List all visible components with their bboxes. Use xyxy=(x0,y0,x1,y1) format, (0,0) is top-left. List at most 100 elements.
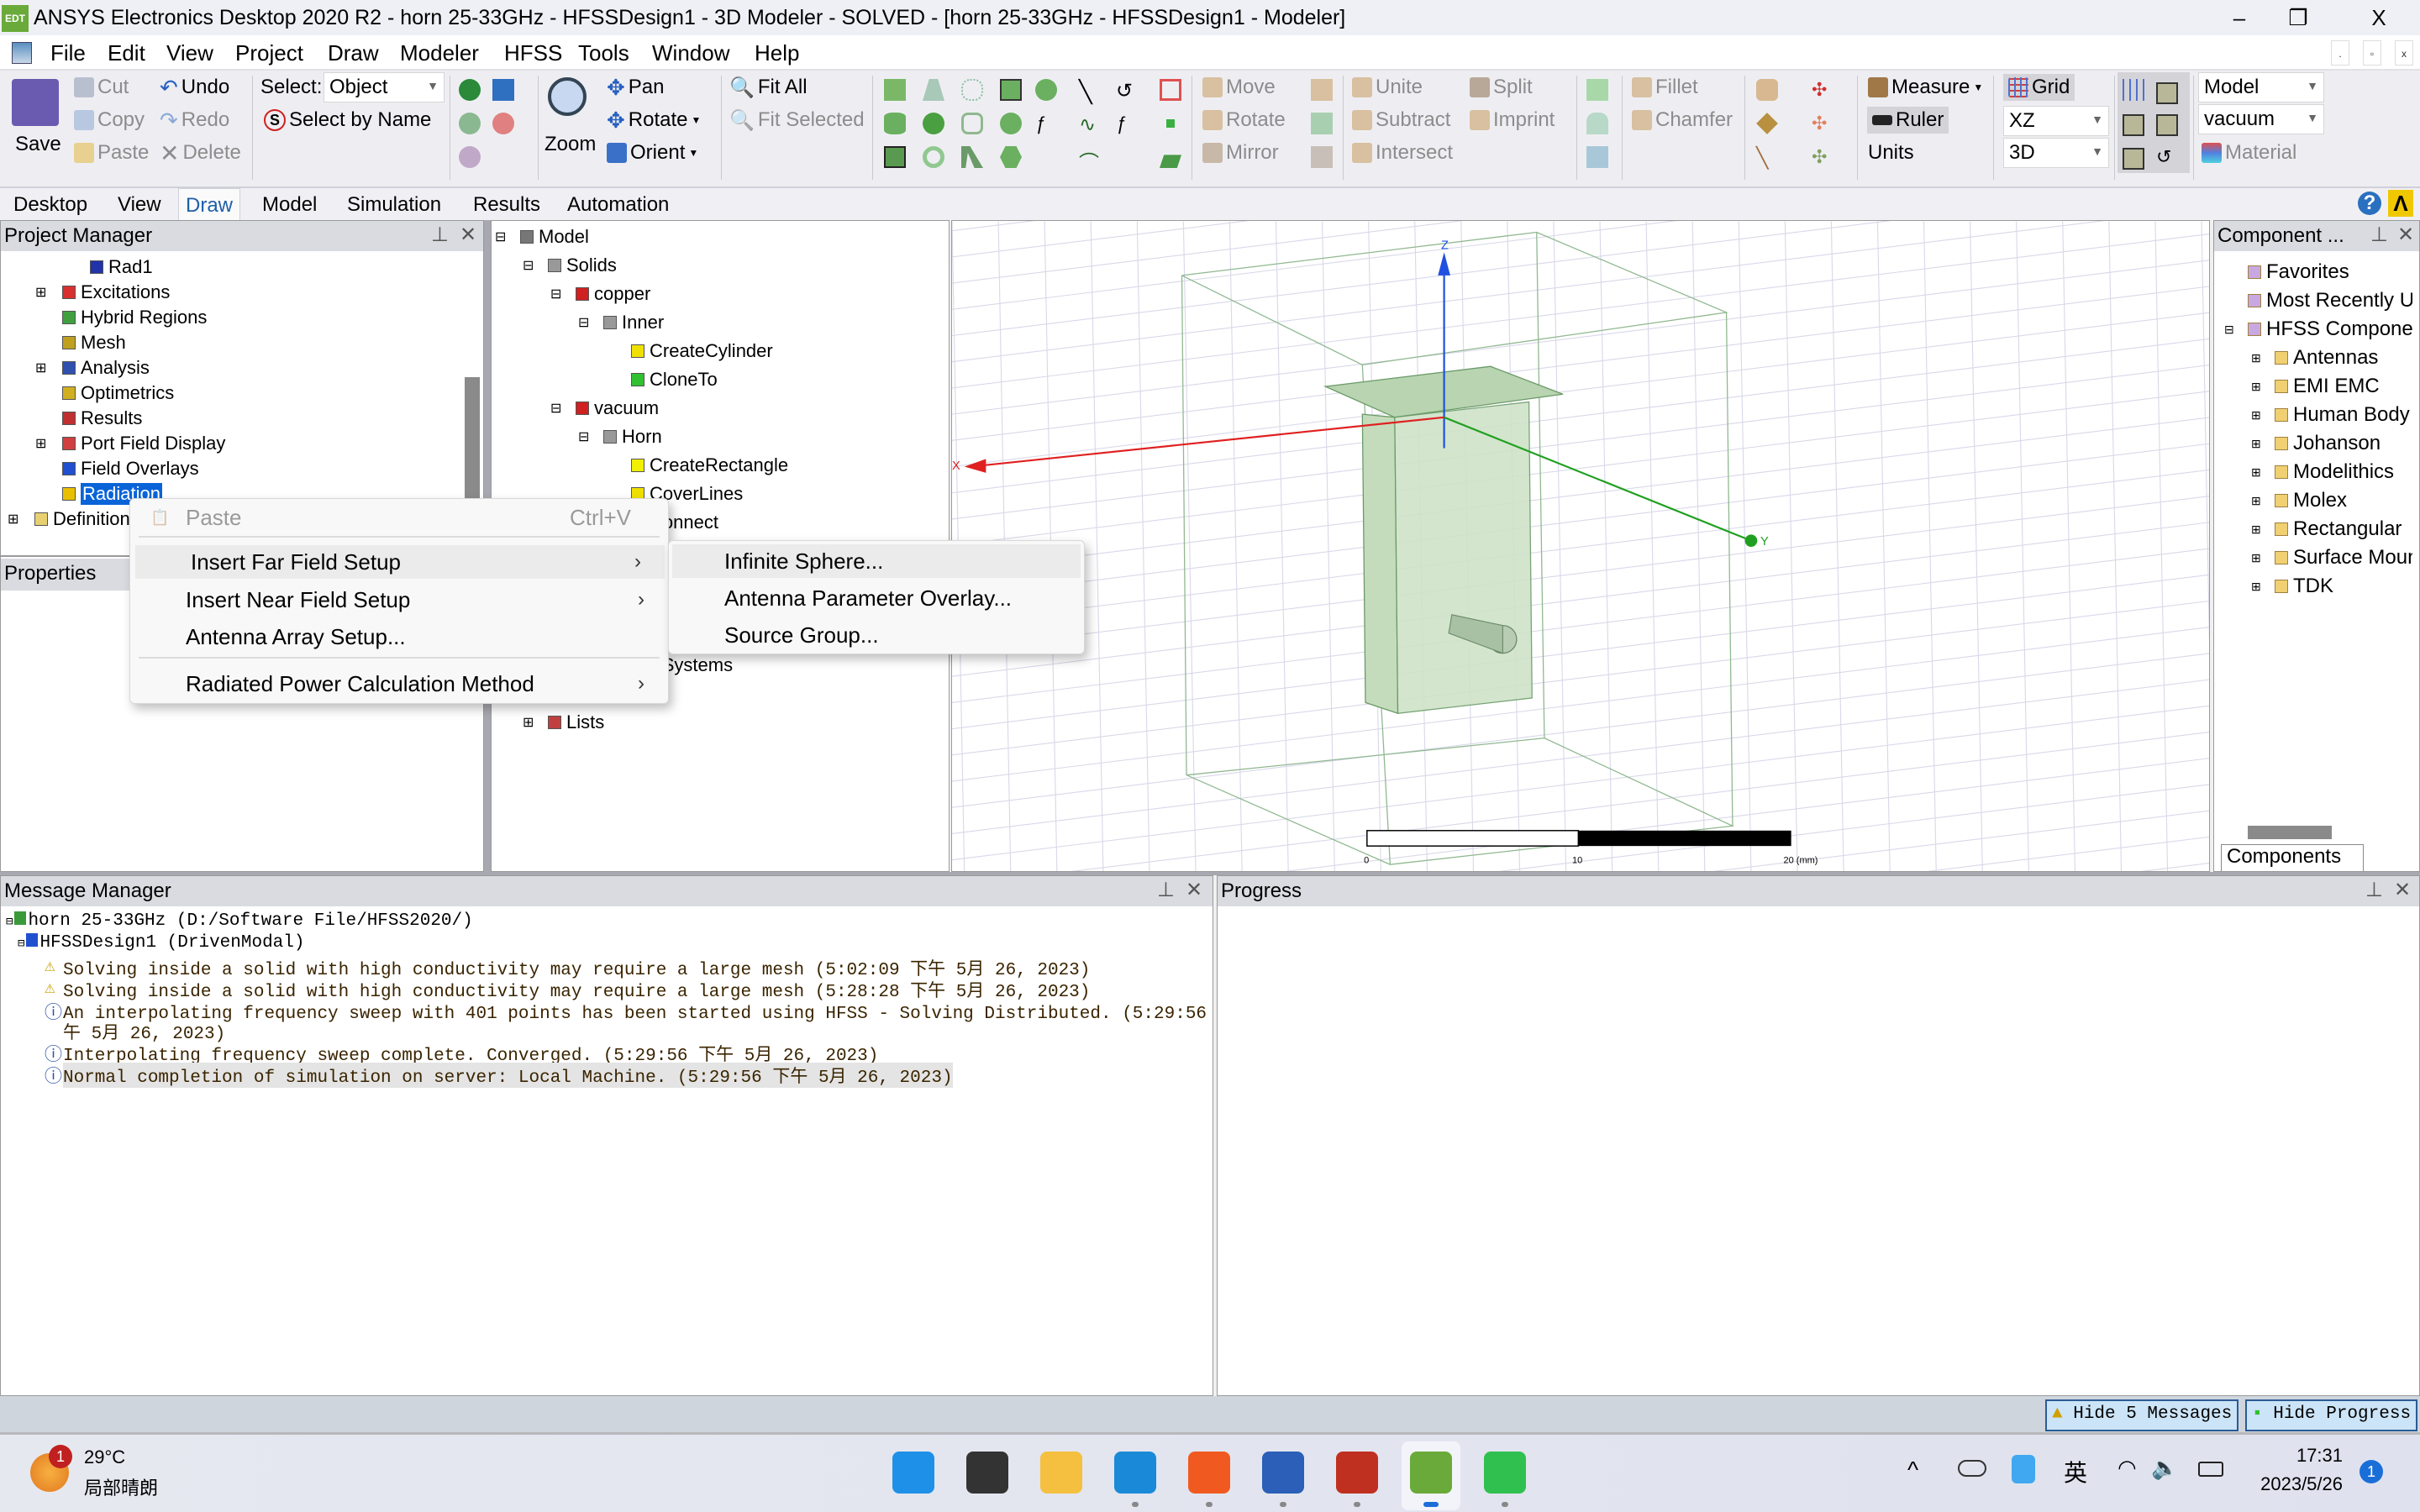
model-tree-item[interactable]: CreateCylinder xyxy=(631,337,773,365)
wechat-app-icon[interactable] xyxy=(1484,1452,1526,1494)
imprint-button[interactable]: Imprint xyxy=(1470,107,1555,134)
notification-badge[interactable]: 1 xyxy=(2360,1460,2383,1483)
expand-icon[interactable]: ⊞ xyxy=(35,360,46,376)
ansys-edt-app-icon[interactable] xyxy=(1410,1452,1452,1494)
components-tab[interactable]: Components xyxy=(2221,844,2364,871)
component-tree-item[interactable]: ⊞ TDK xyxy=(2251,572,2333,601)
draw-circle-icon[interactable] xyxy=(1000,113,1022,134)
orient-button[interactable]: Orient ▼ xyxy=(607,139,698,166)
expand-icon[interactable]: ⊞ xyxy=(2251,580,2261,594)
hide-icon[interactable] xyxy=(459,113,481,134)
hide-progress-button[interactable]: ▪ Hide Progress xyxy=(2245,1399,2418,1431)
menu-tools[interactable]: Tools xyxy=(578,40,629,66)
save-icon[interactable] xyxy=(12,79,59,126)
view-mode-dropdown[interactable]: Model ▼ xyxy=(2198,72,2324,102)
model-tree-item[interactable]: CreateRectangle xyxy=(631,451,788,480)
duplicate-along-line-icon[interactable] xyxy=(1311,79,1333,101)
save-button[interactable]: Save xyxy=(15,131,61,158)
snap-grid-icon[interactable] xyxy=(2123,79,2144,101)
fit-all-button[interactable]: 🔍 Fit All xyxy=(729,74,808,101)
draw-sphere-icon[interactable] xyxy=(923,113,944,134)
unite-button[interactable]: Unite xyxy=(1352,74,1423,101)
draw-regular-polyhedron-icon[interactable] xyxy=(884,146,906,168)
tree-item[interactable]: Field Overlays xyxy=(62,456,199,481)
zoom-button[interactable]: Zoom xyxy=(544,131,596,158)
expand-icon[interactable]: ⊞ xyxy=(2251,408,2261,423)
show-view-icon[interactable] xyxy=(492,79,514,101)
menu-view[interactable]: View xyxy=(166,40,213,66)
duplicate-around-axis-icon[interactable] xyxy=(1311,113,1333,134)
menu-help[interactable]: Help xyxy=(755,40,799,66)
model-tree-item[interactable]: ⊞ Lists xyxy=(523,708,604,737)
pin-icon[interactable]: ⊥ xyxy=(2365,878,2383,902)
intersect-button[interactable]: Intersect xyxy=(1352,139,1453,166)
expand-icon[interactable]: ⊞ xyxy=(2251,551,2261,565)
tree-item[interactable]: Results xyxy=(62,406,142,431)
tab-draw[interactable]: Draw xyxy=(178,188,241,220)
draw-cylinder-icon[interactable] xyxy=(884,113,906,134)
tab-model[interactable]: Model xyxy=(255,192,324,218)
mirror-button[interactable]: Mirror xyxy=(1202,139,1279,166)
copy-button[interactable]: Copy xyxy=(74,107,145,134)
draw-spline-icon[interactable]: ∿ xyxy=(1079,113,1101,136)
expand-icon[interactable]: ⊞ xyxy=(8,511,18,528)
drawing-mode-dropdown[interactable]: 3D ▼ xyxy=(2003,138,2109,168)
draw-center-arc-icon[interactable]: ⌒ xyxy=(1079,146,1101,175)
cut-button[interactable]: Cut xyxy=(74,74,129,101)
zoom-icon[interactable] xyxy=(548,77,587,116)
chevron-up-icon[interactable]: ^ xyxy=(1907,1457,1918,1483)
terminal-app-icon[interactable] xyxy=(966,1452,1008,1494)
model-tree-item[interactable]: ⊟ Inner xyxy=(578,308,664,337)
message-line[interactable]: ⓘ An interpolating frequency sweep with 4… xyxy=(45,999,1235,1024)
edge-app-icon[interactable] xyxy=(1114,1452,1156,1494)
onedrive-icon[interactable] xyxy=(1958,1460,1986,1477)
draw-line-icon[interactable]: ╲ xyxy=(1079,79,1101,104)
draw-polygon-icon[interactable] xyxy=(1000,146,1022,168)
expand-icon[interactable]: ⊞ xyxy=(523,714,534,731)
tree-item[interactable]: ⊞ Definitions xyxy=(8,507,139,532)
tab-automation[interactable]: Automation xyxy=(560,192,676,218)
chamfer-button[interactable]: Chamfer xyxy=(1632,107,1733,134)
undo-button[interactable]: ↶ Undo xyxy=(160,74,229,101)
tab-desktop[interactable]: Desktop xyxy=(7,192,94,218)
collapse-icon[interactable]: ⊟ xyxy=(495,228,506,245)
material-dropdown[interactable]: vacuum ▼ xyxy=(2198,104,2324,134)
snap-quadrant-icon[interactable] xyxy=(2123,148,2144,170)
tree-item[interactable]: ⊞ Analysis xyxy=(35,355,150,381)
menu-edit[interactable]: Edit xyxy=(108,40,145,66)
clock-date[interactable]: 2023/5/26 xyxy=(2252,1473,2343,1495)
collapse-icon[interactable]: ⊟ xyxy=(578,428,589,445)
submenu-item[interactable]: Source Group... xyxy=(672,618,1081,652)
paste-button[interactable]: Paste xyxy=(74,139,149,166)
rotate-view-button[interactable]: ✥ Rotate ▼ xyxy=(607,107,701,134)
component-tree-item[interactable]: Favorites xyxy=(2248,258,2349,286)
menu-window[interactable]: Window xyxy=(652,40,729,66)
draw-cone-icon[interactable] xyxy=(923,79,944,101)
mdi-close-button[interactable]: x xyxy=(2395,40,2413,66)
cover-lines-icon[interactable] xyxy=(1756,79,1778,101)
collapse-icon[interactable]: ⊟ xyxy=(18,937,24,951)
pin-icon[interactable]: ⊥ xyxy=(2370,223,2388,247)
viewport-canvas[interactable]: Z X Y 0 10 20 (mm) xyxy=(952,221,2210,872)
snap-vertex-icon[interactable] xyxy=(2156,82,2178,104)
select-mode-dropdown[interactable]: Object ▼ xyxy=(324,72,445,102)
measure-button[interactable]: Measure ▼ xyxy=(1868,74,1983,101)
zy-app-icon[interactable] xyxy=(1336,1452,1378,1494)
pin-icon[interactable]: ⊥ xyxy=(431,223,449,247)
mdi-restore-button[interactable]: ▫ xyxy=(2363,40,2381,66)
redo-button[interactable]: ↷ Redo xyxy=(160,107,229,134)
snap-edge-center-icon[interactable] xyxy=(2123,114,2144,136)
tab-results[interactable]: Results xyxy=(466,192,547,218)
split-button[interactable]: Split xyxy=(1470,74,1533,101)
tree-item[interactable]: ⊞ Excitations xyxy=(35,280,170,305)
component-tree-item[interactable]: ⊞ Surface Mount xyxy=(2251,543,2412,572)
expand-icon[interactable]: ⊞ xyxy=(35,284,46,301)
expand-icon[interactable]: ⊞ xyxy=(2251,522,2261,537)
mdi-minimize-button[interactable]: . xyxy=(2331,40,2349,66)
subtract-button[interactable]: Subtract xyxy=(1352,107,1450,134)
context-menu-item[interactable]: Insert Far Field Setup › xyxy=(135,545,665,579)
close-icon[interactable]: ✕ xyxy=(2394,878,2411,902)
coordinate-system-icon[interactable]: ✣ xyxy=(1812,79,1833,101)
expand-icon[interactable]: ⊞ xyxy=(2251,351,2261,365)
clock-time[interactable]: 17:31 xyxy=(2292,1445,2343,1467)
